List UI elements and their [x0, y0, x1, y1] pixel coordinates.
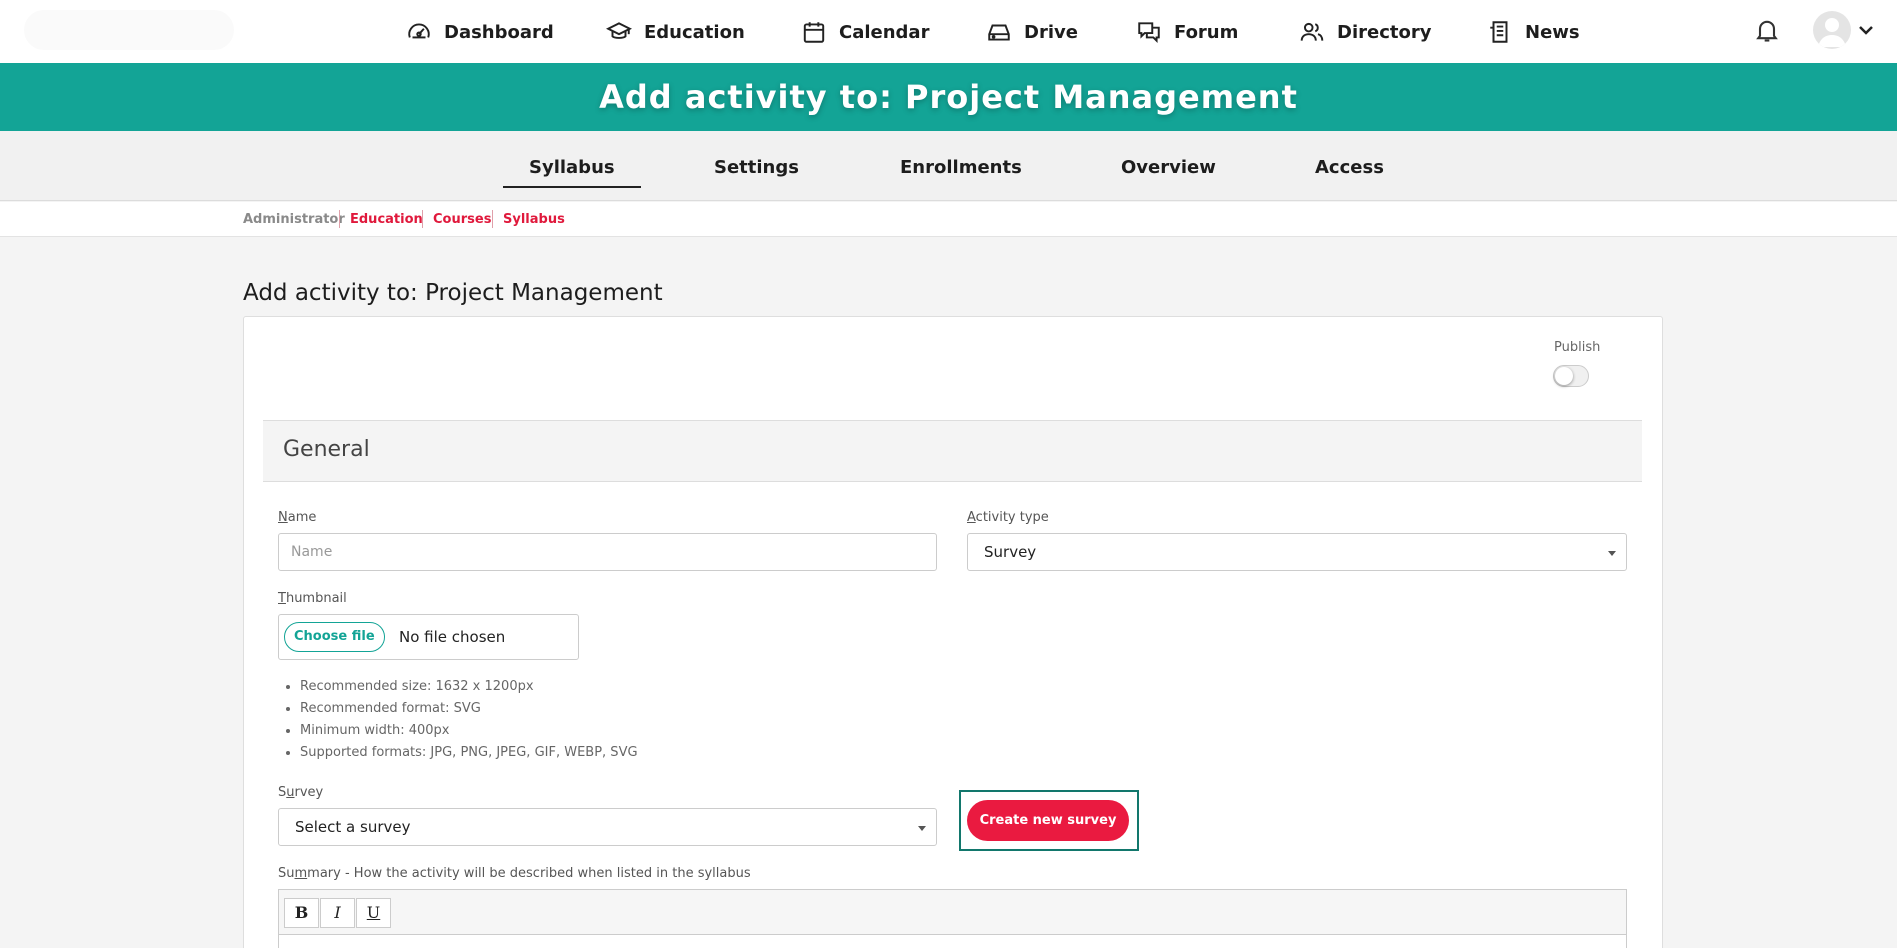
nav-dashboard[interactable]: Dashboard — [406, 18, 554, 46]
bell-icon[interactable] — [1753, 16, 1781, 44]
name-input[interactable] — [278, 533, 937, 571]
publish-label: Publish — [1554, 340, 1601, 355]
name-label-text: ame — [287, 510, 317, 525]
survey-select[interactable]: Select a survey — [278, 808, 937, 846]
tab-overview[interactable]: Overview — [1121, 157, 1216, 178]
file-status: No file chosen — [399, 628, 506, 646]
thumbnail-file-input[interactable]: Choose file No file chosen — [278, 614, 579, 660]
thumbnail-label-text: humbnail — [285, 591, 347, 606]
graduation-cap-icon — [606, 22, 632, 39]
nav-news-label: News — [1525, 21, 1580, 43]
top-navigation: Dashboard Education Calendar Drive Forum… — [0, 0, 1897, 63]
tab-enrollments[interactable]: Enrollments — [900, 157, 1022, 178]
page-title: Add activity to: Project Management — [243, 280, 663, 306]
summary-editor[interactable]: B I U — [278, 889, 1627, 948]
newspaper-icon — [1490, 21, 1508, 43]
nav-directory-label: Directory — [1337, 21, 1432, 43]
breadcrumb-syllabus[interactable]: Syllabus — [503, 212, 565, 227]
choose-file-button[interactable]: Choose file — [284, 622, 385, 652]
summary-label-text: mary - How the activity will be describe… — [307, 866, 751, 881]
users-icon — [1300, 22, 1324, 41]
hint-item: Recommended format: SVG — [300, 698, 638, 720]
tab-settings[interactable]: Settings — [714, 157, 799, 178]
drive-icon — [988, 24, 1010, 41]
nav-calendar-label: Calendar — [839, 21, 930, 43]
calendar-icon — [803, 22, 825, 43]
logo[interactable] — [24, 10, 234, 50]
summary-label-start: Su — [278, 866, 295, 881]
bold-button[interactable]: B — [284, 898, 319, 928]
name-label: Name — [278, 510, 316, 525]
gauge-icon — [408, 23, 430, 39]
breadcrumb-separator — [492, 210, 493, 228]
nav-drive-label: Drive — [1024, 21, 1078, 43]
activity-type-label: Activity type — [967, 510, 1049, 525]
activity-type-value: Survey — [984, 543, 1037, 561]
chevron-down-icon[interactable] — [1856, 20, 1876, 40]
nav-directory[interactable]: Directory — [1299, 18, 1431, 46]
chat-bubbles-icon — [1138, 22, 1160, 44]
publish-toggle[interactable] — [1553, 365, 1589, 387]
summary-label-accesskey: m — [294, 866, 308, 881]
nav-news[interactable]: News — [1487, 18, 1580, 46]
nav-forum[interactable]: Forum — [1136, 18, 1238, 46]
survey-label: Survey — [278, 785, 323, 800]
tab-access[interactable]: Access — [1315, 157, 1384, 178]
thumbnail-hints: Recommended size: 1632 x 1200px Recommen… — [300, 676, 638, 764]
underline-button[interactable]: U — [356, 898, 391, 928]
hint-item: Minimum width: 400px — [300, 720, 638, 742]
banner-title: Add activity to: Project Management — [599, 78, 1298, 116]
activity-type-label-text: ctivity type — [975, 510, 1049, 525]
nav-dashboard-label: Dashboard — [444, 21, 554, 43]
breadcrumb-education[interactable]: Education — [350, 212, 423, 227]
user-silhouette-icon — [1818, 18, 1846, 47]
italic-button[interactable]: I — [320, 898, 355, 928]
summary-label: Summary - How the activity will be descr… — [278, 866, 751, 881]
breadcrumb-separator — [422, 210, 423, 228]
breadcrumb-separator — [339, 210, 340, 228]
page-banner: Add activity to: Project Management — [0, 63, 1897, 131]
name-label-accesskey: N — [278, 510, 288, 525]
nav-drive[interactable]: Drive — [986, 18, 1078, 46]
create-new-survey-button[interactable]: Create new survey — [967, 800, 1129, 841]
activity-type-label-accesskey: A — [967, 510, 976, 525]
caret-down-icon — [1608, 551, 1616, 556]
course-tabs: Syllabus Settings Enrollments Overview A… — [0, 131, 1897, 201]
create-survey-focus-ring: Create new survey — [959, 790, 1139, 851]
toggle-knob — [1555, 367, 1573, 385]
nav-education-label: Education — [644, 21, 745, 43]
nav-education[interactable]: Education — [606, 18, 745, 46]
nav-calendar[interactable]: Calendar — [801, 18, 929, 46]
caret-down-icon — [918, 826, 926, 831]
avatar[interactable] — [1813, 11, 1851, 49]
thumbnail-label-accesskey: T — [278, 591, 286, 606]
tab-syllabus[interactable]: Syllabus — [503, 157, 641, 188]
breadcrumb-administrator: Administrator — [243, 212, 345, 227]
hint-item: Recommended size: 1632 x 1200px — [300, 676, 638, 698]
survey-label-accesskey: u — [286, 785, 295, 800]
hint-item: Supported formats: JPG, PNG, JPEG, GIF, … — [300, 742, 638, 764]
nav-forum-label: Forum — [1174, 21, 1239, 43]
breadcrumb-courses[interactable]: Courses — [433, 212, 491, 227]
breadcrumb: Administrator Education Courses Syllabus — [0, 202, 1897, 237]
thumbnail-label: Thumbnail — [278, 591, 347, 606]
section-title: General — [283, 437, 370, 462]
general-section-header: General — [263, 420, 1642, 482]
survey-label-text: rvey — [294, 785, 324, 800]
activity-type-select[interactable]: Survey — [967, 533, 1627, 571]
survey-value: Select a survey — [295, 818, 411, 836]
editor-toolbar: B I U — [279, 890, 1626, 935]
